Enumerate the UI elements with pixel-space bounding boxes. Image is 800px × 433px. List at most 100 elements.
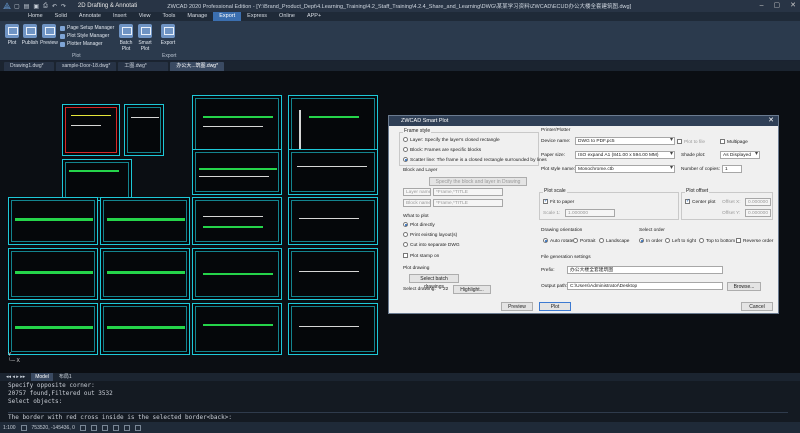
doc-tab-sample[interactable]: sample-Door-18.dwg* [56, 61, 117, 71]
prefix-field[interactable]: 办公大楼全套建筑图 [567, 266, 723, 274]
tab-export[interactable]: Export [213, 12, 242, 21]
page-setup-manager-button[interactable]: Page Setup Manager [60, 25, 114, 31]
maximize-icon[interactable]: ▢ [774, 0, 781, 12]
center-plot-checkbox[interactable]: Center plot [685, 198, 715, 205]
smart-plot-button[interactable]: Smart Plot [136, 24, 154, 52]
offset-x-field[interactable]: 0.000000 [745, 198, 771, 206]
radio-frame-block[interactable]: Block: Frames are specific blocks [403, 147, 481, 153]
tab-app-plus[interactable]: APP+ [301, 12, 327, 21]
radio-print-layouts[interactable]: Print existing layout(s) [403, 232, 457, 238]
tab-manage[interactable]: Manage [181, 12, 213, 21]
drawing-sheet[interactable] [8, 303, 98, 355]
plot-stamp-checkbox[interactable]: Plot stamp on [403, 253, 439, 259]
scale-field[interactable]: 1.000000 [565, 209, 615, 217]
drawing-sheet[interactable] [288, 303, 378, 355]
tab-view[interactable]: View [133, 12, 157, 21]
publish-button[interactable]: Publish [20, 24, 40, 46]
doc-tab-drawing1[interactable]: Drawing1.dwg* [4, 61, 54, 71]
plot-style-manager-button[interactable]: Plot Style Manager [60, 33, 109, 39]
drawing-sheet[interactable] [288, 197, 378, 245]
drawing-sheet[interactable] [192, 95, 282, 155]
save-icon[interactable]: ▣ [33, 3, 39, 10]
drawing-sheet[interactable] [192, 149, 282, 195]
radio-left-to-right[interactable]: Left to right [665, 238, 696, 244]
tab-solid[interactable]: Solid [49, 12, 73, 21]
undo-icon[interactable]: ↶ [52, 3, 57, 10]
drawing-sheet[interactable] [192, 303, 282, 355]
otrack-icon[interactable] [123, 424, 130, 431]
device-name-select[interactable]: DWG to PDF.pc5 [575, 137, 675, 145]
drawing-sheet[interactable] [100, 197, 190, 245]
drawing-sheet[interactable] [8, 248, 98, 300]
export-button[interactable]: Export [158, 24, 178, 46]
drawing-sheet[interactable] [100, 303, 190, 355]
radio-plot-directly[interactable]: Plot directly [403, 222, 435, 228]
ortho-icon[interactable] [90, 424, 97, 431]
drawing-sheet[interactable] [288, 248, 378, 300]
fit-to-paper-checkbox[interactable]: Fit to paper [543, 198, 574, 205]
specify-block-layer-button[interactable]: Specify the block and layer in Drawing [429, 177, 527, 186]
drawing-sheet[interactable] [62, 159, 132, 201]
plotter-manager-button[interactable]: Plotter Manager [60, 41, 103, 47]
tab-tools[interactable]: Tools [157, 12, 182, 21]
radio-top-to-bottom[interactable]: Top to bottom [699, 238, 735, 244]
radio-landscape[interactable]: Landscape [599, 238, 629, 244]
grid-icon[interactable] [79, 424, 86, 431]
copies-stepper[interactable]: 1 [722, 165, 742, 173]
plot-style-select[interactable]: Monochrome.ctb [575, 165, 675, 173]
preview-dialog-button[interactable]: Preview [501, 302, 533, 311]
radio-frame-layer[interactable]: Layer: Specify the layer's closed rectan… [403, 137, 500, 143]
tab-nav-icon[interactable]: ◂◂ ◂ ▸ ▸▸ [2, 373, 29, 381]
offset-y-field[interactable]: 0.000000 [745, 209, 771, 217]
tab-online[interactable]: Online [273, 12, 301, 21]
redo-icon[interactable]: ↷ [61, 3, 66, 10]
drawing-sheet[interactable] [62, 104, 120, 156]
drawing-sheet[interactable] [8, 197, 98, 245]
new-file-icon[interactable]: ▢ [14, 3, 20, 10]
command-input[interactable]: The border with red cross inside is the … [8, 412, 788, 421]
drawing-sheet[interactable] [100, 248, 190, 300]
multipage-checkbox[interactable]: Multipage [720, 139, 748, 145]
block-name-field[interactable]: *Frame,*TITLE [433, 199, 503, 207]
drawing-sheet[interactable] [124, 104, 164, 156]
tab-model[interactable]: Model [31, 373, 53, 381]
drawing-sheet[interactable] [192, 197, 282, 245]
tab-layout1[interactable]: 布局1 [55, 373, 76, 381]
tab-express[interactable]: Express [241, 12, 273, 21]
reverse-order-checkbox[interactable]: Reverse order [736, 238, 773, 244]
doc-tab-office-building[interactable]: 办公大...筑图.dwg* [170, 61, 225, 71]
plot-button[interactable]: Plot [2, 24, 22, 46]
annotation-scale[interactable]: 1:100 [3, 425, 16, 431]
tab-annotate[interactable]: Annotate [73, 12, 107, 21]
osnap-icon[interactable] [112, 424, 119, 431]
workspace-selector[interactable]: 2D Drafting & Annotati [78, 3, 137, 9]
plot-dialog-button[interactable]: Plot [539, 302, 571, 311]
plot-to-file-checkbox[interactable]: Plot to file [677, 139, 705, 145]
minimize-icon[interactable]: – [760, 0, 764, 12]
preview-button[interactable]: Preview [39, 24, 59, 46]
highlight-button[interactable]: Highlight... [453, 285, 491, 294]
dialog-title-bar[interactable]: ZWCAD Smart Plot ✕ [389, 116, 778, 126]
select-batch-drawings-button[interactable]: Select batch drawings [409, 274, 459, 290]
lineweight-icon[interactable] [134, 424, 141, 431]
browse-button[interactable]: Browse... [727, 282, 761, 291]
radio-in-order[interactable]: In order [639, 238, 663, 244]
dialog-close-icon[interactable]: ✕ [768, 116, 774, 126]
close-icon[interactable]: ✕ [790, 0, 796, 12]
layer-name-field[interactable]: *Frame,*TITLE [433, 188, 503, 196]
paper-size-select[interactable]: ISO expand A1 (841.00 x 594.00 MM) [575, 151, 675, 159]
cancel-button[interactable]: Cancel [741, 302, 773, 311]
radio-frame-scatter-line[interactable]: Scatter line: The frame is a closed rect… [403, 157, 547, 163]
drawing-sheet[interactable] [288, 149, 378, 195]
batch-plot-button[interactable]: Batch Plot [117, 24, 135, 52]
polar-icon[interactable] [101, 424, 108, 431]
doc-tab-gongtu[interactable]: 工图.dwg* [118, 61, 169, 71]
snap-icon[interactable] [20, 424, 27, 431]
drawing-sheet[interactable] [288, 95, 378, 155]
drawing-sheet[interactable] [192, 248, 282, 300]
tab-home[interactable]: Home [22, 12, 49, 21]
shade-plot-select[interactable]: As Displayed [720, 151, 760, 159]
radio-portrait[interactable]: Portrait [573, 238, 595, 244]
output-path-field[interactable]: C:\Users\Administrator\Desktop [567, 282, 723, 290]
open-file-icon[interactable]: ▤ [24, 3, 30, 10]
